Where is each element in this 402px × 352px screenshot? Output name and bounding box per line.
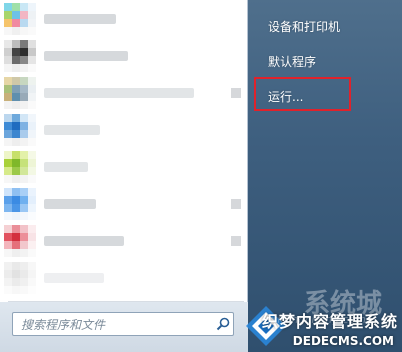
program-item[interactable] — [0, 148, 247, 185]
watermark-site-name: 织梦内容管理系统 — [261, 312, 398, 331]
program-list — [0, 0, 247, 296]
watermark-url: DEDECMS.COM — [292, 334, 394, 348]
program-name-blurred — [44, 235, 124, 246]
program-item[interactable] — [0, 259, 247, 296]
program-icon — [4, 39, 36, 72]
programs-panel — [0, 0, 248, 302]
search-placeholder: 搜索程序和文件 — [21, 317, 106, 332]
program-name-blurred — [44, 198, 96, 209]
program-item[interactable] — [0, 0, 247, 37]
program-item[interactable] — [0, 185, 247, 222]
program-icon — [4, 224, 36, 257]
program-icon — [4, 113, 36, 146]
program-icon — [4, 2, 36, 35]
jumplist-arrow-icon[interactable] — [231, 198, 241, 209]
program-name-blurred — [44, 272, 104, 283]
run-highlight-box — [254, 77, 351, 111]
program-item[interactable] — [0, 74, 247, 111]
program-name-blurred — [44, 87, 194, 98]
program-name-blurred — [44, 50, 128, 61]
watermark: 系统城 xitongcheng.com 织梦内容管理系统 DEDECMS.COM — [242, 289, 402, 352]
program-item[interactable] — [0, 37, 247, 74]
program-name-blurred — [44, 13, 116, 24]
program-icon — [4, 76, 36, 109]
program-item[interactable] — [0, 111, 247, 148]
search-icon[interactable] — [213, 314, 233, 334]
program-item[interactable] — [0, 222, 247, 259]
jumplist-arrow-icon[interactable] — [231, 235, 241, 246]
devices-and-printers-link[interactable]: 设备和打印机 — [268, 18, 340, 35]
start-menu: 搜索程序和文件 设备和打印机 默认程序 运行... 系统城 xitongchen… — [0, 0, 402, 352]
program-name-blurred — [44, 124, 100, 135]
program-icon — [4, 150, 36, 183]
program-icon — [4, 187, 36, 220]
search-input[interactable]: 搜索程序和文件 — [12, 312, 234, 336]
program-icon — [4, 261, 36, 294]
jumplist-arrow-icon[interactable] — [231, 87, 241, 98]
default-programs-link[interactable]: 默认程序 — [268, 53, 316, 70]
program-name-blurred — [44, 161, 88, 172]
search-area: 搜索程序和文件 — [0, 302, 248, 352]
